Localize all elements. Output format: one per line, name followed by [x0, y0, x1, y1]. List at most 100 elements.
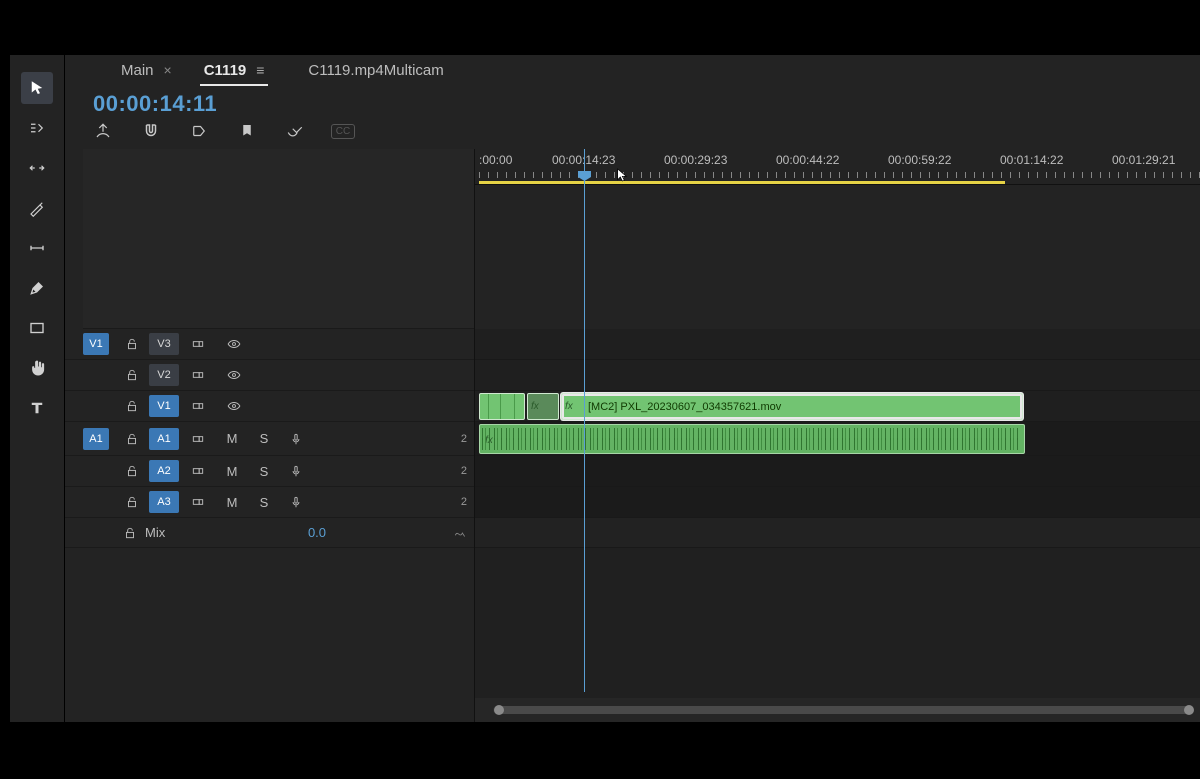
lock-icon[interactable]	[117, 464, 147, 478]
toggle-output-icon[interactable]	[217, 399, 251, 413]
solo-toggle[interactable]: S	[249, 495, 279, 510]
mix-value[interactable]: 0.0	[189, 525, 445, 540]
source-patch-empty[interactable]	[83, 460, 109, 482]
sync-lock-icon[interactable]	[181, 399, 215, 413]
ripple-edit-tool[interactable]	[21, 152, 53, 184]
automation-icon[interactable]	[445, 526, 475, 540]
channel-count: 2	[461, 496, 467, 508]
track-header-v2[interactable]: V2	[65, 360, 475, 391]
tab-main[interactable]: Main ×	[105, 55, 188, 85]
linked-selection-icon[interactable]	[189, 121, 209, 141]
sync-lock-icon[interactable]	[181, 495, 215, 509]
solo-toggle[interactable]: S	[249, 464, 279, 479]
hand-tool[interactable]	[21, 352, 53, 384]
scroll-handle-right[interactable]	[1184, 705, 1194, 715]
voiceover-icon[interactable]	[281, 464, 311, 478]
source-patch-empty[interactable]	[83, 491, 109, 513]
tab-c1119[interactable]: C1119 ≡	[188, 55, 281, 85]
track-target-a1[interactable]: A1	[149, 428, 179, 450]
timecode-row: 00:00:14:11	[65, 85, 1200, 121]
sync-lock-icon[interactable]	[181, 432, 215, 446]
channel-count: 2	[461, 465, 467, 477]
lock-icon[interactable]	[115, 526, 145, 540]
mute-toggle[interactable]: M	[217, 431, 247, 446]
selection-tool[interactable]	[21, 72, 53, 104]
track-header-v1[interactable]: V1	[65, 391, 475, 422]
track-target-a2[interactable]: A2	[149, 460, 179, 482]
tab-label: Main	[121, 62, 154, 79]
source-patch-a1[interactable]: A1	[83, 428, 109, 450]
track-header-spacer	[83, 149, 475, 329]
snap-icon[interactable]	[141, 121, 161, 141]
scrollbar-thumb[interactable]	[499, 706, 1189, 714]
lock-icon[interactable]	[117, 368, 147, 382]
app-frame: Main × C1119 ≡ C1119.mp4Multicam 00:00:1…	[0, 55, 1200, 722]
channel-count: 2	[461, 433, 467, 445]
fx-badge-icon: fx	[528, 394, 548, 419]
track-header-v3[interactable]: V1 V3	[65, 329, 475, 360]
timeline-body: V1 V3 V2 V1	[65, 149, 1200, 722]
mouse-cursor-icon	[615, 167, 631, 187]
timeline-head-tools: CC	[65, 121, 1200, 149]
slip-tool[interactable]	[21, 232, 53, 264]
video-clip-main[interactable]: fx [MC2] PXL_20230607_034357621.mov	[561, 393, 1023, 420]
sync-lock-icon[interactable]	[181, 464, 215, 478]
work-area-bar[interactable]	[479, 181, 1005, 184]
lock-icon[interactable]	[117, 495, 147, 509]
sync-lock-icon[interactable]	[181, 368, 215, 382]
track-target-v3[interactable]: V3	[149, 333, 179, 355]
voiceover-icon[interactable]	[281, 432, 311, 446]
captions-toggle[interactable]: CC	[333, 121, 353, 141]
track-target-v2[interactable]: V2	[149, 364, 179, 386]
ruler-label: 00:00:29:23	[664, 153, 727, 167]
tab-menu-icon[interactable]: ≡	[256, 62, 264, 78]
lock-icon[interactable]	[117, 432, 147, 446]
mute-toggle[interactable]: M	[217, 495, 247, 510]
letterbox-top	[0, 0, 1200, 55]
source-patch-empty[interactable]	[83, 364, 109, 386]
playhead[interactable]	[584, 149, 585, 692]
track-target-v1[interactable]: V1	[149, 395, 179, 417]
razor-tool[interactable]	[21, 192, 53, 224]
fx-badge-icon: fx	[562, 394, 582, 419]
track-header-a1[interactable]: A1 A1 M S 2	[65, 422, 475, 456]
video-clip-thumb[interactable]: fx	[527, 393, 559, 420]
source-patch-empty[interactable]	[83, 395, 109, 417]
mute-toggle[interactable]: M	[217, 464, 247, 479]
toggle-output-icon[interactable]	[217, 337, 251, 351]
track-header-mix[interactable]: Mix 0.0	[65, 518, 475, 548]
timeline-panel: Main × C1119 ≡ C1119.mp4Multicam 00:00:1…	[65, 55, 1200, 722]
close-icon[interactable]: ×	[164, 62, 172, 78]
solo-toggle[interactable]: S	[249, 431, 279, 446]
scrollbar-track[interactable]	[493, 706, 1182, 714]
insert-overwrite-icon[interactable]	[93, 121, 113, 141]
audio-clip-a1[interactable]: fx	[479, 424, 1025, 454]
timeline-settings-icon[interactable]	[285, 121, 305, 141]
video-clip-segment[interactable]	[479, 393, 525, 420]
rectangle-tool[interactable]	[21, 312, 53, 344]
track-target-a3[interactable]: A3	[149, 491, 179, 513]
source-patch-v1[interactable]: V1	[83, 333, 109, 355]
scroll-handle-left[interactable]	[494, 705, 504, 715]
horizontal-scrollbar[interactable]	[475, 698, 1200, 722]
toggle-output-icon[interactable]	[217, 368, 251, 382]
tab-label: C1119	[204, 62, 247, 79]
lock-icon[interactable]	[117, 337, 147, 351]
cc-badge: CC	[331, 124, 355, 139]
voiceover-icon[interactable]	[281, 495, 311, 509]
left-gutter	[0, 55, 10, 722]
playhead-timecode[interactable]: 00:00:14:11	[93, 91, 217, 117]
type-tool[interactable]	[21, 392, 53, 424]
track-header-a2[interactable]: A2 M S 2	[65, 456, 475, 487]
waveform-icon	[482, 426, 1022, 452]
lock-icon[interactable]	[117, 399, 147, 413]
ruler-label: 00:00:44:22	[776, 153, 839, 167]
track-header-a3[interactable]: A3 M S 2	[65, 487, 475, 518]
timeline-area[interactable]: :00:0000:00:14:2300:00:29:2300:00:44:220…	[475, 149, 1200, 722]
pen-tool[interactable]	[21, 272, 53, 304]
sync-lock-icon[interactable]	[181, 337, 215, 351]
track-select-tool[interactable]	[21, 112, 53, 144]
add-marker-icon[interactable]	[237, 121, 257, 141]
source-patch-empty	[83, 522, 109, 544]
letterbox-bottom	[0, 722, 1200, 779]
